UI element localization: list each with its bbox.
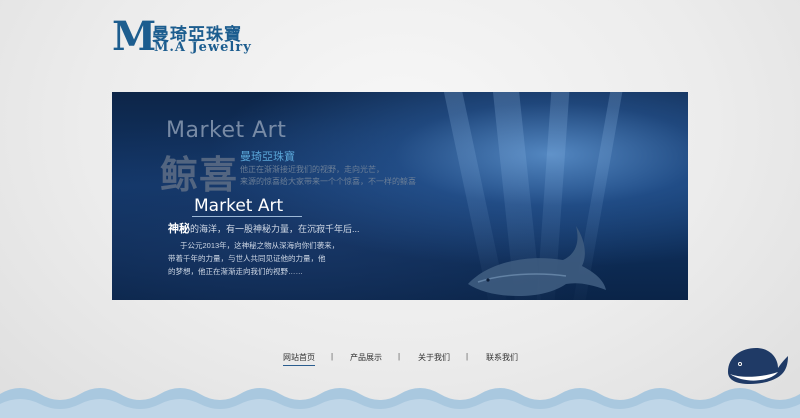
banner-slogan: 神秘的海洋，有一股神秘力量，在沉寂千年后... xyxy=(168,220,360,236)
nav-separator: | xyxy=(398,352,401,361)
hero-banner: Market Art 鲸喜 曼琦亞珠寶 他正在渐渐接近我们的视野，走向光芒， 来… xyxy=(112,92,688,300)
banner-title-faded: Market Art xyxy=(166,118,287,143)
nav-separator: | xyxy=(466,352,469,361)
banner-big-chars: 鲸喜 xyxy=(160,152,239,197)
slogan-highlight: 神秘 xyxy=(168,223,190,235)
dolphin-image xyxy=(468,226,606,296)
wave-decoration xyxy=(0,388,800,418)
banner-body-line: 于公元2013年，这神秘之物从深海向你们袭来， xyxy=(180,241,340,250)
main-nav: 网站首页 | 产品展示 | 关于我们 | 联系我们 xyxy=(0,352,800,366)
banner-body-line: 带着千年的力量，与世人共同见证他的力量，他 xyxy=(168,254,326,263)
nav-item-home[interactable]: 网站首页 xyxy=(283,352,315,366)
nav-item-products[interactable]: 产品展示 xyxy=(350,352,382,363)
banner-title-underline xyxy=(192,216,302,217)
nav-separator: | xyxy=(331,352,334,361)
slogan-text: 的海洋，有一股神秘力量，在沉寂千年后... xyxy=(190,224,360,234)
banner-subtitle: 曼琦亞珠寶 xyxy=(240,151,295,163)
whale-icon[interactable] xyxy=(724,344,790,388)
nav-item-about[interactable]: 关于我们 xyxy=(418,352,450,363)
logo-english-name: M.A Jewelry xyxy=(154,40,252,55)
banner-body-line: 的梦想，他正在渐渐走向我们的视野…… xyxy=(168,267,303,276)
banner-small-line: 来源的惊喜给大家带来一个个惊喜，不一样的鲸喜 xyxy=(240,177,416,186)
logo-monogram: M xyxy=(112,13,157,60)
banner-small-line: 他正在渐渐接近我们的视野，走向光芒， xyxy=(240,165,384,174)
nav-item-contact[interactable]: 联系我们 xyxy=(486,352,518,363)
banner-title: Market Art xyxy=(194,196,284,216)
site-logo[interactable]: M 曼琦亞珠寶 M.A Jewelry xyxy=(112,13,272,60)
